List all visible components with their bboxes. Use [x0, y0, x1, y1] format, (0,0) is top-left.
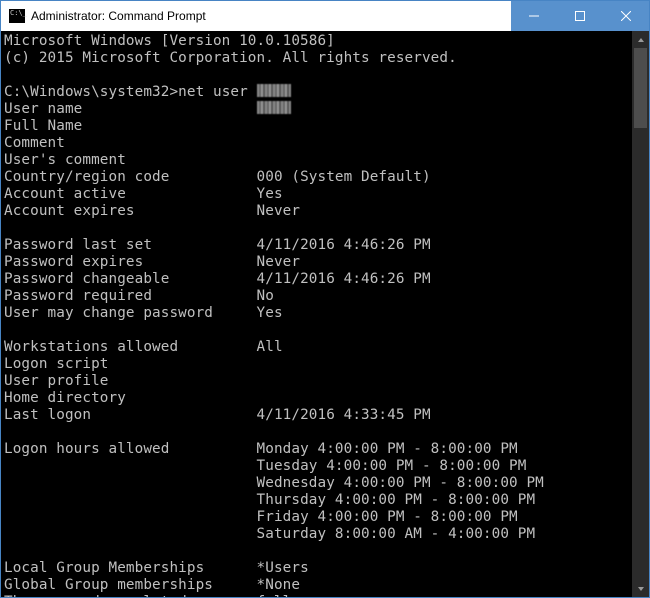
- field-value-logon_hours: Monday 4:00:00 PM - 8:00:00 PM: [257, 441, 518, 457]
- field-label-logon_hours: Logon hours allowed: [4, 441, 257, 457]
- field-value-account_active: Yes: [257, 186, 283, 202]
- field-label-logon_hours_extra: [4, 492, 257, 508]
- close-button[interactable]: [603, 1, 649, 31]
- titlebar[interactable]: Administrator: Command Prompt: [1, 1, 649, 31]
- field-label-last_logon: Last logon: [4, 407, 257, 423]
- command-prompt-window: Administrator: Command Prompt Microsoft …: [0, 0, 650, 598]
- field-label-pwd_last_set: Password last set: [4, 237, 257, 253]
- field-value-user_may_change_pwd: Yes: [257, 305, 283, 321]
- scrollbar-thumb[interactable]: [634, 48, 647, 128]
- prompt-command: net user: [178, 84, 256, 100]
- field-label-full_name: Full Name: [4, 118, 257, 134]
- field-label-country_region: Country/region code: [4, 169, 257, 185]
- field-value-last_logon: 4/11/2016 4:33:45 PM: [257, 407, 431, 423]
- field-label-user_may_change_pwd: User may change password: [4, 305, 257, 321]
- field-label-logon_hours_extra: [4, 475, 257, 491]
- field-label-local_groups: Local Group Memberships: [4, 560, 257, 576]
- field-value-pwd_expires: Never: [257, 254, 301, 270]
- window-title: Administrator: Command Prompt: [31, 9, 511, 23]
- scroll-up-arrow-icon[interactable]: [632, 31, 649, 48]
- field-label-home_directory: Home directory: [4, 390, 257, 406]
- field-value-pwd_required: No: [257, 288, 274, 304]
- field-label-logon_script: Logon script: [4, 356, 257, 372]
- field-label-logon_hours_extra: [4, 458, 257, 474]
- terminal-output[interactable]: Microsoft Windows [Version 10.0.10586] (…: [1, 31, 632, 597]
- cmd-icon: [9, 9, 25, 23]
- field-label-global_groups: Global Group memberships: [4, 577, 257, 593]
- field-value-logon_hours_extra-4: Saturday 8:00:00 AM - 4:00:00 PM: [257, 526, 536, 542]
- field-value-global_groups: *None: [257, 577, 301, 593]
- banner-line: (c) 2015 Microsoft Corporation. All righ…: [4, 50, 457, 66]
- field-value-country_region: 000 (System Default): [257, 169, 431, 185]
- banner-line: Microsoft Windows [Version 10.0.10586]: [4, 33, 335, 49]
- field-label-comment: Comment: [4, 135, 257, 151]
- field-label-user_profile: User profile: [4, 373, 257, 389]
- field-value-local_groups: *Users: [257, 560, 309, 576]
- maximize-button[interactable]: [557, 1, 603, 31]
- field-label-account_expires: Account expires: [4, 203, 257, 219]
- minimize-button[interactable]: [511, 1, 557, 31]
- field-value-account_expires: Never: [257, 203, 301, 219]
- field-label-pwd_expires: Password expires: [4, 254, 257, 270]
- field-label-account_active: Account active: [4, 186, 257, 202]
- field-value-logon_hours_extra-3: Friday 4:00:00 PM - 8:00:00 PM: [257, 509, 518, 525]
- field-value-logon_hours_extra-2: Thursday 4:00:00 PM - 8:00:00 PM: [257, 492, 536, 508]
- window-controls: [511, 1, 649, 31]
- field-label-workstations: Workstations allowed: [4, 339, 257, 355]
- redacted-username-value: [257, 101, 291, 114]
- field-label-users_comment: User's comment: [4, 152, 257, 168]
- field-label-pwd_required: Password required: [4, 288, 257, 304]
- scroll-down-arrow-icon[interactable]: [632, 580, 649, 597]
- completion-message: The command completed successfully.: [4, 594, 309, 597]
- field-value-logon_hours_extra-1: Wednesday 4:00:00 PM - 8:00:00 PM: [257, 475, 544, 491]
- redacted-username: [257, 84, 291, 97]
- prompt-path: C:\Windows\system32>: [4, 84, 178, 100]
- field-value-workstations: All: [257, 339, 283, 355]
- field-label-user_name: User name: [4, 101, 257, 117]
- field-label-pwd_changeable: Password changeable: [4, 271, 257, 287]
- terminal-area: Microsoft Windows [Version 10.0.10586] (…: [1, 31, 649, 597]
- field-value-pwd_changeable: 4/11/2016 4:46:26 PM: [257, 271, 431, 287]
- field-value-pwd_last_set: 4/11/2016 4:46:26 PM: [257, 237, 431, 253]
- vertical-scrollbar[interactable]: [632, 31, 649, 597]
- field-label-logon_hours_extra: [4, 509, 257, 525]
- field-label-logon_hours_extra: [4, 526, 257, 542]
- field-value-logon_hours_extra-0: Tuesday 4:00:00 PM - 8:00:00 PM: [257, 458, 527, 474]
